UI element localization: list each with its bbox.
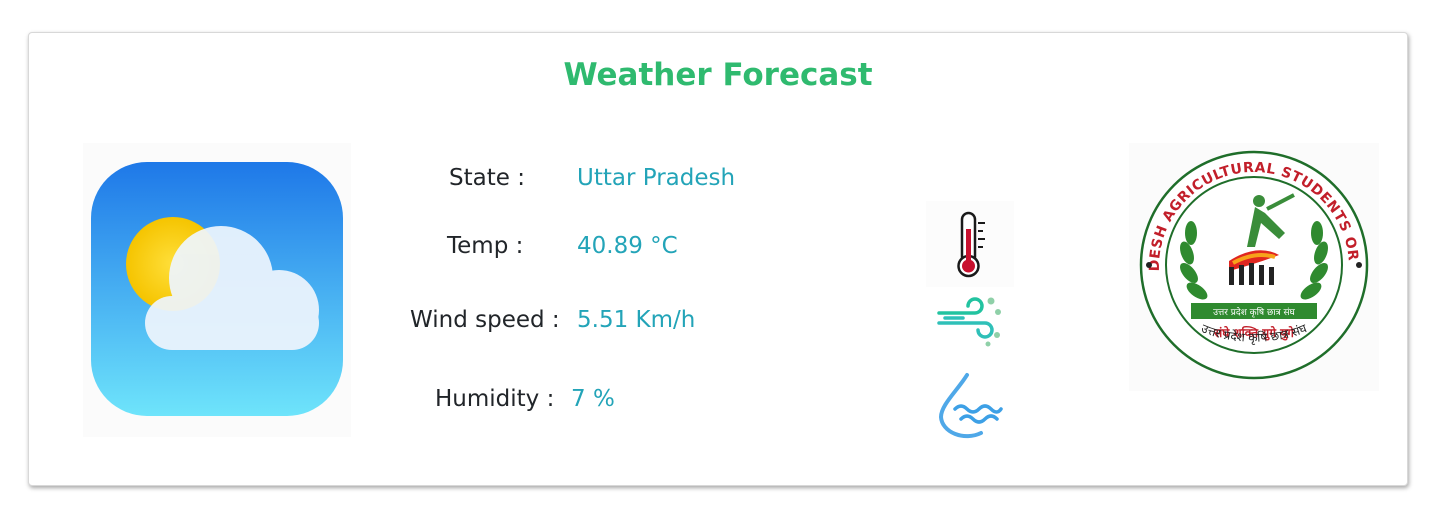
humidity-value: 7 % [571, 386, 615, 412]
wind-icon [935, 291, 1005, 351]
weather-app-icon [83, 143, 351, 437]
state-value: Uttar Pradesh [577, 165, 736, 191]
thermometer-icon [926, 201, 1014, 287]
temp-label: Temp : [447, 233, 524, 259]
wind-speed-label: Wind speed : [410, 307, 560, 333]
page-title: Weather Forecast [563, 57, 873, 93]
logo-ribbon-text: उत्तर प्रदेश कृषि छात्र संघ [1213, 306, 1295, 318]
state-label: State : [449, 165, 525, 191]
temp-value: 40.89 °C [577, 233, 678, 259]
humidity-drop-icon [935, 371, 1005, 439]
weather-card: Weather Forecast State : Uttar Pradesh T… [28, 32, 1408, 486]
organization-logo: UTTAR PRADESH AGRICULTURAL STUDENTS ORGA… [1123, 131, 1379, 391]
humidity-label: Humidity : [435, 386, 555, 412]
wind-speed-value: 5.51 Km/h [577, 307, 696, 333]
